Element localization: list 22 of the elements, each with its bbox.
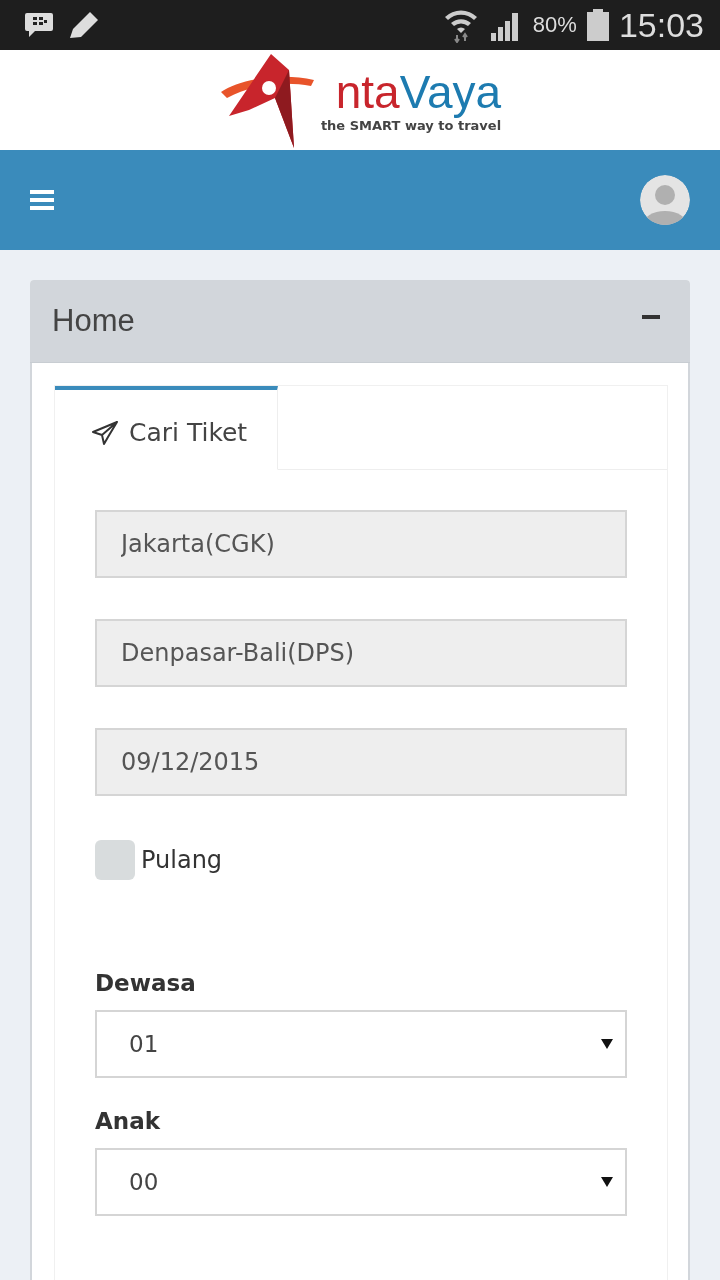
input-field[interactable]: 09/12/2015 [95,728,627,796]
field-label: Dewasa [95,970,197,996]
checkbox-label: Pulang [141,846,223,874]
checkbox[interactable] [95,840,135,880]
tab[interactable]: Cari Tiket [55,386,279,470]
menu-icon[interactable] [30,190,54,210]
battery-percent: 80% [532,12,577,38]
panel-title: Home [52,303,135,339]
brand-tagline: the SMART way to travel [320,118,502,133]
pencil-icon [68,10,100,40]
select-field[interactable]: 00 [95,1148,627,1216]
caret-icon [601,1176,613,1188]
field-label: Anak [95,1108,161,1134]
avatar-icon[interactable] [640,175,690,225]
select-field[interactable]: 01 [95,1010,627,1078]
paper-plane-icon [91,419,119,446]
brand-wordmark: ntaVaya [335,66,502,118]
input-field[interactable]: Denpasar-Bali(DPS) [95,619,627,687]
caret-icon [601,1038,613,1050]
clock: 15:03 [618,5,704,45]
chat-icon [24,11,54,39]
battery-icon [586,9,609,41]
